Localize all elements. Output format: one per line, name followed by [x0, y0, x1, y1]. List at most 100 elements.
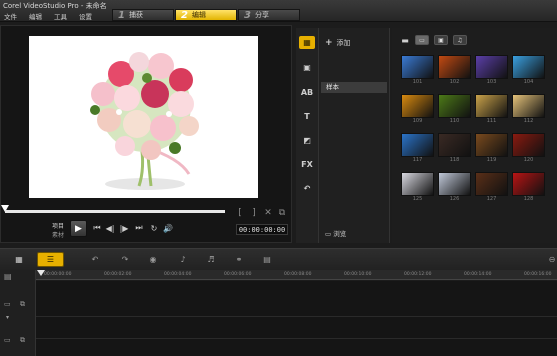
folder-icon[interactable]: ▬	[400, 35, 410, 45]
track-divider	[36, 338, 557, 339]
menu-tools[interactable]: 工具	[52, 11, 69, 21]
library-thumbnail[interactable]: 128	[512, 172, 545, 202]
track-headers: ▤ ▭ ⧉ ▾ ▭ ⧉	[0, 270, 36, 356]
auto-music-icon[interactable]: ♬	[204, 254, 218, 265]
thumbnail-caption: 125	[412, 196, 423, 202]
add-folder-button[interactable]: + 添加	[325, 38, 351, 48]
ruler-tick-label: 00:00:06:00	[224, 272, 252, 277]
workflow-steps: 1 捕获 2 编辑 3 分享	[112, 9, 301, 21]
show-video-icon[interactable]: ▭	[415, 35, 429, 45]
transition-icon[interactable]: AB	[299, 86, 315, 99]
library-thumbnail[interactable]: 119	[475, 133, 508, 163]
ruler-tick-label: 00:00:00:00	[44, 272, 72, 277]
browse-button[interactable]: ▭ 浏览	[325, 228, 346, 238]
zoom-icon[interactable]: ⊖	[545, 254, 557, 265]
app-title: Corel VideoStudio Pro - 未命名	[3, 2, 107, 10]
time-ruler[interactable]: 00:00:00:00 00:00:02:00 00:00:04:00 00:00:0…	[36, 270, 557, 280]
previous-frame-icon[interactable]: ◀|	[104, 222, 116, 234]
thumbnail-caption: 111	[486, 118, 497, 124]
step-capture[interactable]: 1 捕获	[112, 9, 174, 21]
timeline-playhead[interactable]	[37, 270, 45, 276]
thumbnail-image	[475, 172, 508, 196]
library-thumbnail[interactable]: 112	[512, 94, 545, 124]
menu-bar: 文件 编辑 工具 设置	[2, 11, 94, 21]
subtitle-editor-icon[interactable]: ▤	[260, 254, 274, 265]
library-thumbnail[interactable]: 101	[401, 55, 434, 85]
thumbnail-image	[512, 172, 545, 196]
thumbnail-caption: 120	[523, 157, 534, 163]
redo-icon[interactable]: ↷	[118, 254, 132, 265]
library-thumbnail[interactable]: 109	[401, 94, 434, 124]
library-thumbnail[interactable]: 110	[438, 94, 471, 124]
show-photo-icon[interactable]: ▣	[434, 35, 448, 45]
repeat-icon[interactable]: ↻	[148, 222, 160, 234]
show-audio-icon[interactable]: ♫	[453, 35, 467, 45]
ruler-tick-label: 00:00:16:00	[524, 272, 552, 277]
library-thumbnail[interactable]: 118	[438, 133, 471, 163]
track-divider	[36, 316, 557, 317]
thumbnail-image	[512, 55, 545, 79]
library-thumbnail[interactable]: 125	[401, 172, 434, 202]
menu-edit[interactable]: 编辑	[27, 11, 44, 21]
library-thumbnail[interactable]: 117	[401, 133, 434, 163]
library-thumbnail[interactable]: 102	[438, 55, 471, 85]
mark-out-button[interactable]: ]	[249, 208, 259, 218]
folder-item-sample[interactable]: 样本	[321, 82, 387, 93]
go-to-end-icon[interactable]: ⏭	[133, 222, 145, 234]
go-to-start-icon[interactable]: ⏮	[91, 222, 103, 234]
ruler-tick-label: 00:00:02:00	[104, 272, 132, 277]
split-clip-icon[interactable]: ✕	[263, 208, 273, 218]
video-track-icon[interactable]: ▭	[4, 300, 11, 308]
track-toggle-icon[interactable]: ⧉	[20, 300, 25, 309]
overlay-toggle-icon[interactable]: ⧉	[20, 336, 25, 345]
path-icon[interactable]: ↶	[299, 182, 315, 195]
thumbnail-caption: 118	[449, 157, 460, 163]
overlay-track-icon[interactable]: ▭	[4, 336, 11, 344]
thumbnail-caption: 128	[523, 196, 534, 202]
library-thumbnail[interactable]: 120	[512, 133, 545, 163]
thumbnail-caption: 109	[412, 118, 423, 124]
expand-icon[interactable]: ▾	[6, 314, 9, 321]
timeline-view-icon[interactable]: ☰	[37, 252, 64, 267]
library-thumbnail[interactable]: 111	[475, 94, 508, 124]
track-area[interactable]	[36, 281, 557, 356]
menu-file[interactable]: 文件	[2, 11, 19, 21]
track-manager-icon[interactable]: ▤	[4, 272, 12, 281]
thumbnail-image	[475, 133, 508, 157]
volume-icon[interactable]: 🔊	[162, 222, 174, 234]
storyboard-view-icon[interactable]: ▦	[10, 252, 28, 267]
library-view-toggles: ▬ ▭ ▣ ♫	[400, 35, 467, 45]
title-icon[interactable]: T	[299, 110, 315, 123]
sound-mixer-icon[interactable]: ♪	[176, 254, 190, 265]
record-capture-icon[interactable]: ◉	[146, 254, 160, 265]
bouquet-image	[90, 52, 199, 190]
thumbnail-caption: 102	[449, 79, 460, 85]
play-button[interactable]: ▶	[70, 220, 87, 237]
media-icon[interactable]: ▦	[299, 36, 315, 49]
filter-icon[interactable]: FX	[299, 158, 315, 171]
thumbnail-image	[438, 55, 471, 79]
scrub-bar[interactable]	[5, 210, 225, 213]
mark-in-button[interactable]: [	[235, 208, 245, 218]
graphic-icon[interactable]: ◩	[299, 134, 315, 147]
menu-settings[interactable]: 设置	[77, 11, 94, 21]
library-thumbnail[interactable]: 103	[475, 55, 508, 85]
next-frame-icon[interactable]: |▶	[118, 222, 130, 234]
step-edit[interactable]: 2 编辑	[175, 9, 237, 21]
timecode-display[interactable]: 00:00:00:00	[236, 224, 288, 235]
project-mode-label[interactable]: 项目	[52, 221, 64, 230]
thumbnail-image	[401, 94, 434, 118]
thumbnail-image	[475, 55, 508, 79]
ruler-tick-label: 00:00:10:00	[344, 272, 372, 277]
motion-tracking-icon[interactable]: ⚭	[232, 254, 246, 265]
browse-icon: ▭	[325, 230, 334, 238]
clip-mode-label[interactable]: 素材	[52, 230, 64, 239]
library-thumbnail[interactable]: 126	[438, 172, 471, 202]
library-thumbnail[interactable]: 104	[512, 55, 545, 85]
undo-icon[interactable]: ↶	[88, 254, 102, 265]
enlarge-preview-icon[interactable]: ⧉	[277, 208, 287, 218]
instant-project-icon[interactable]: ▣	[299, 61, 315, 74]
step-share[interactable]: 3 分享	[238, 9, 300, 21]
thumbnail-image	[512, 133, 545, 157]
library-thumbnail[interactable]: 127	[475, 172, 508, 202]
